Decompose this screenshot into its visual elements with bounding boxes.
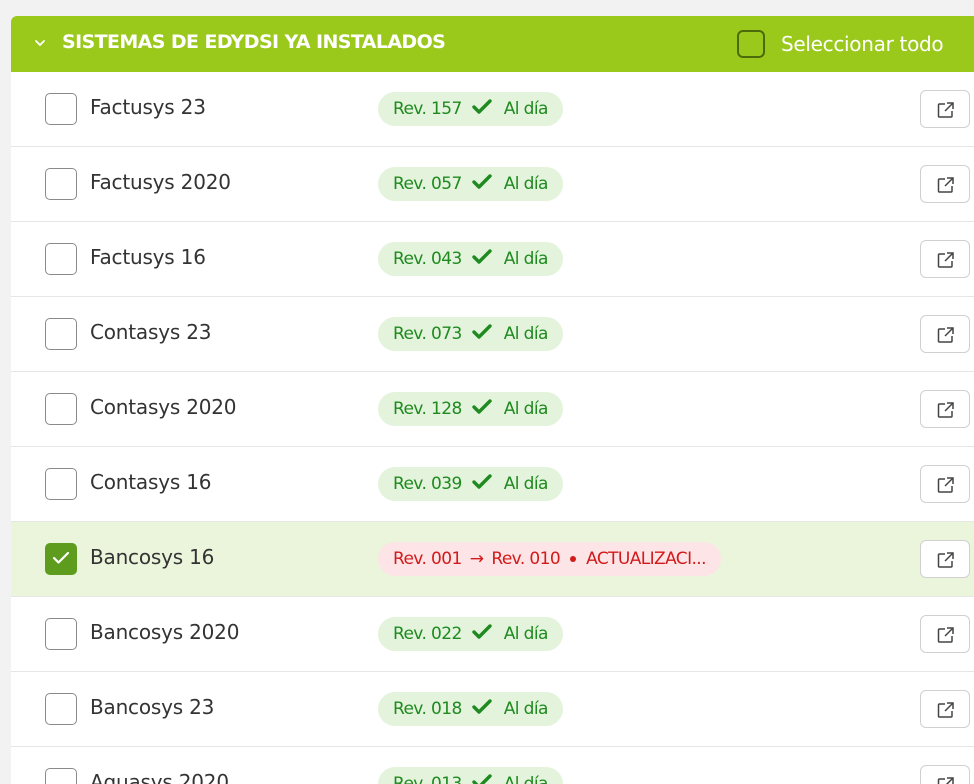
revision-label: Rev. 013 [393, 774, 462, 784]
list-item[interactable]: Bancosys 2020 Rev. 022 Al día [11, 597, 974, 672]
status-label: Al día [503, 324, 549, 344]
revision-status-badge: Rev. 013 Al día [378, 767, 563, 784]
system-name: Factusys 16 [90, 245, 206, 269]
open-external-button[interactable] [920, 465, 970, 503]
check-icon [472, 773, 492, 784]
revision-status-badge: Rev. 073 Al día [378, 317, 563, 351]
list-item[interactable]: Aguasys 2020 Rev. 013 Al día [11, 747, 974, 784]
revision-label: Rev. 057 [393, 174, 462, 194]
row-checkbox[interactable] [45, 393, 77, 425]
list-item[interactable]: Bancosys 23 Rev. 018 Al día [11, 672, 974, 747]
system-name: Factusys 2020 [90, 170, 231, 194]
revision-status-badge: Rev. 001 → Rev. 010 ACTUALIZACI... [378, 542, 721, 576]
status-label: Al día [503, 474, 549, 494]
list-item[interactable]: Contasys 2020 Rev. 128 Al día [11, 372, 974, 447]
revision-label: Rev. 128 [393, 399, 462, 419]
chevron-down-icon[interactable] [33, 36, 47, 50]
system-name: Aguasys 2020 [90, 770, 229, 784]
revision-status-badge: Rev. 128 Al día [378, 392, 563, 426]
system-name: Factusys 23 [90, 95, 206, 119]
revision-label: Rev. 039 [393, 474, 462, 494]
open-external-button[interactable] [920, 765, 970, 784]
list-item[interactable]: Factusys 23 Rev. 157 Al día [11, 72, 974, 147]
select-all-label[interactable]: Seleccionar todo [781, 32, 944, 56]
open-external-button[interactable] [920, 165, 970, 203]
check-icon [472, 173, 492, 195]
open-external-button[interactable] [920, 540, 970, 578]
revision-label: Rev. 018 [393, 699, 462, 719]
status-label: Al día [503, 174, 549, 194]
status-label: Al día [503, 699, 549, 719]
check-icon [472, 473, 492, 495]
revision-label: Rev. 022 [393, 624, 462, 644]
list-item[interactable]: Contasys 16 Rev. 039 Al día [11, 447, 974, 522]
revision-status-badge: Rev. 018 Al día [378, 692, 563, 726]
select-all-toggle[interactable]: Seleccionar todo [737, 28, 944, 60]
row-checkbox[interactable] [45, 543, 77, 575]
system-name: Bancosys 16 [90, 545, 215, 569]
status-label: Al día [503, 249, 549, 269]
open-external-button[interactable] [920, 615, 970, 653]
row-checkbox[interactable] [45, 768, 77, 784]
check-icon [472, 323, 492, 345]
installed-systems-panel: SISTEMAS DE EDYDSI YA INSTALADOS Selecci… [11, 16, 974, 784]
revision-status-badge: Rev. 039 Al día [378, 467, 563, 501]
arrow-right-icon: → [469, 549, 484, 569]
status-label: Al día [503, 774, 549, 784]
status-dot-icon [570, 556, 577, 562]
open-external-button[interactable] [920, 690, 970, 728]
status-label: Al día [503, 399, 549, 419]
check-icon [472, 248, 492, 270]
check-icon [472, 623, 492, 645]
panel-title: SISTEMAS DE EDYDSI YA INSTALADOS [62, 31, 446, 53]
system-name: Bancosys 23 [90, 695, 215, 719]
check-icon [472, 698, 492, 720]
panel-header[interactable]: SISTEMAS DE EDYDSI YA INSTALADOS Selecci… [11, 16, 974, 72]
row-checkbox[interactable] [45, 468, 77, 500]
row-checkbox[interactable] [45, 168, 77, 200]
row-checkbox[interactable] [45, 318, 77, 350]
open-external-button[interactable] [920, 315, 970, 353]
system-name: Contasys 2020 [90, 395, 237, 419]
list-item[interactable]: Bancosys 16 Rev. 001 → Rev. 010 ACTUALIZACI.… [11, 522, 974, 597]
open-external-button[interactable] [920, 240, 970, 278]
revision-status-badge: Rev. 022 Al día [378, 617, 563, 651]
revision-label: Rev. 157 [393, 99, 462, 119]
status-label: ACTUALIZACI... [586, 549, 706, 569]
revision-status-badge: Rev. 157 Al día [378, 92, 563, 126]
check-icon [472, 398, 492, 420]
select-all-checkbox[interactable] [737, 30, 765, 58]
row-checkbox[interactable] [45, 618, 77, 650]
list-item[interactable]: Contasys 23 Rev. 073 Al día [11, 297, 974, 372]
revision-label: Rev. 001 [393, 549, 462, 569]
revision-status-badge: Rev. 043 Al día [378, 242, 563, 276]
check-icon [472, 98, 492, 120]
list-item[interactable]: Factusys 2020 Rev. 057 Al día [11, 147, 974, 222]
target-revision-label: Rev. 010 [491, 549, 561, 569]
row-checkbox[interactable] [45, 243, 77, 275]
system-name: Bancosys 2020 [90, 620, 240, 644]
system-name: Contasys 23 [90, 320, 212, 344]
status-label: Al día [503, 99, 549, 119]
system-name: Contasys 16 [90, 470, 212, 494]
revision-label: Rev. 043 [393, 249, 462, 269]
open-external-button[interactable] [920, 390, 970, 428]
row-checkbox[interactable] [45, 693, 77, 725]
open-external-button[interactable] [920, 90, 970, 128]
row-checkbox[interactable] [45, 93, 77, 125]
status-label: Al día [503, 624, 549, 644]
revision-label: Rev. 073 [393, 324, 462, 344]
list-item[interactable]: Factusys 16 Rev. 043 Al día [11, 222, 974, 297]
revision-status-badge: Rev. 057 Al día [378, 167, 563, 201]
